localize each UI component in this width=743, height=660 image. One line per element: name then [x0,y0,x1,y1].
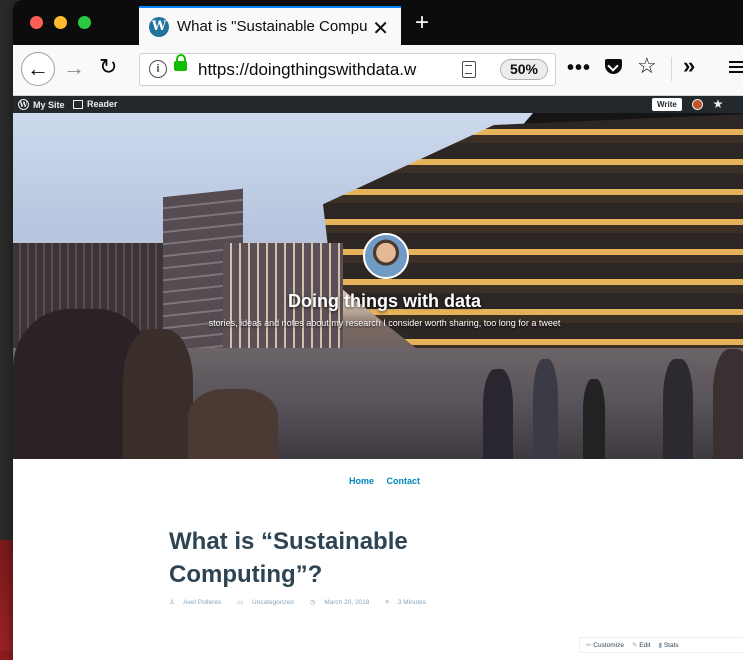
wrench-icon: ✂ [586,642,592,649]
site-author-avatar[interactable] [363,233,409,279]
browser-window: W What is "Sustainable Computing ✕ + ← →… [13,0,743,660]
post-author[interactable]: ♙ Axel Polleres [169,599,230,606]
toolbar-divider [671,57,672,81]
hamburger-menu-icon[interactable] [729,61,743,73]
address-bar[interactable]: i https://doingthingswithdata.w 50% [139,53,556,86]
new-tab-button[interactable]: + [415,9,429,37]
post-category[interactable]: ▭ Uncategorized [237,599,303,606]
folder-icon: ▭ [237,599,244,606]
post-category-name: Uncategorized [252,599,294,606]
user-avatar[interactable] [692,99,703,110]
back-button[interactable]: ← [21,52,55,86]
edit-button[interactable]: ✎ Edit [632,641,650,649]
tab-active[interactable]: W What is "Sustainable Computing ✕ [139,6,401,45]
window-maximize-button[interactable] [78,16,91,29]
window-close-button[interactable] [30,16,43,29]
forward-button[interactable]: → [63,55,85,81]
stats-label: Stats [663,642,679,649]
reader-link[interactable]: Reader [73,99,118,109]
stats-icon: ▮ [658,642,663,649]
wordpress-favicon-icon: W [149,16,169,37]
bookmark-star-icon[interactable]: ☆ [637,53,657,79]
post-author-name: Axel Polleres [183,599,222,606]
write-button[interactable]: Write [652,98,682,111]
stats-button[interactable]: ▮ Stats [658,641,678,649]
url-text[interactable]: https://doingthingswithdata.w [198,60,448,80]
customize-button[interactable]: ✂ Customize [586,641,624,649]
post-date[interactable]: ◷ March 20, 2018 [310,599,378,606]
edit-label: Edit [639,642,651,649]
customize-label: Customize [593,642,624,649]
post-date-text: March 20, 2018 [324,599,370,606]
post-meta: ♙ Axel Polleres ▭ Uncategorized ◷ March … [169,598,440,606]
navigation-toolbar: ← → ↻ i https://doingthingswithdata.w 50… [13,45,743,96]
clock-icon: ◷ [309,599,316,606]
reader-view-icon[interactable] [462,61,476,78]
notifications-icon[interactable] [713,99,723,109]
my-site-link[interactable]: W My Site [18,99,65,110]
main-content: Home Contact What is “Sustainable Comput… [13,459,743,659]
overflow-chevron-icon[interactable]: » [683,53,695,79]
my-site-label: My Site [33,99,65,110]
tab-close-icon[interactable]: ✕ [372,16,389,41]
pocket-icon[interactable] [605,59,622,74]
author-icon: ♙ [169,599,175,606]
post-title[interactable]: What is “Sustainable Computing”? [169,525,469,591]
reader-label: Reader [87,99,118,109]
pencil-icon: ✎ [631,642,638,649]
tab-strip: W What is "Sustainable Computing ✕ + [13,0,743,45]
site-header-image: Doing things with data stories, ideas an… [13,113,743,459]
reload-button[interactable]: ↻ [99,54,117,80]
wp-admin-bar: W My Site Reader Write [13,96,743,113]
read-time-icon: ≡ [385,599,389,606]
site-navigation: Home Contact [13,476,743,486]
zoom-level-badge[interactable]: 50% [500,59,548,80]
post-read-time-text: 3 Minutes [397,599,426,606]
tab-title: What is "Sustainable Computing [177,18,367,35]
wordpress-icon: W [18,99,29,110]
lock-icon [174,54,187,71]
page-actions-menu-icon[interactable]: ••• [567,57,591,80]
nav-link-home[interactable]: Home [349,476,374,486]
site-title[interactable]: Doing things with data [13,291,743,312]
back-arrow-icon: ← [27,56,49,81]
window-minimize-button[interactable] [54,16,67,29]
site-info-icon[interactable]: i [149,60,167,78]
post-read-time: ≡ 3 Minutes [385,599,433,606]
site-tagline: stories, ideas and notes about my resear… [208,318,561,328]
nav-link-contact[interactable]: Contact [387,476,421,486]
reader-icon [73,99,83,109]
